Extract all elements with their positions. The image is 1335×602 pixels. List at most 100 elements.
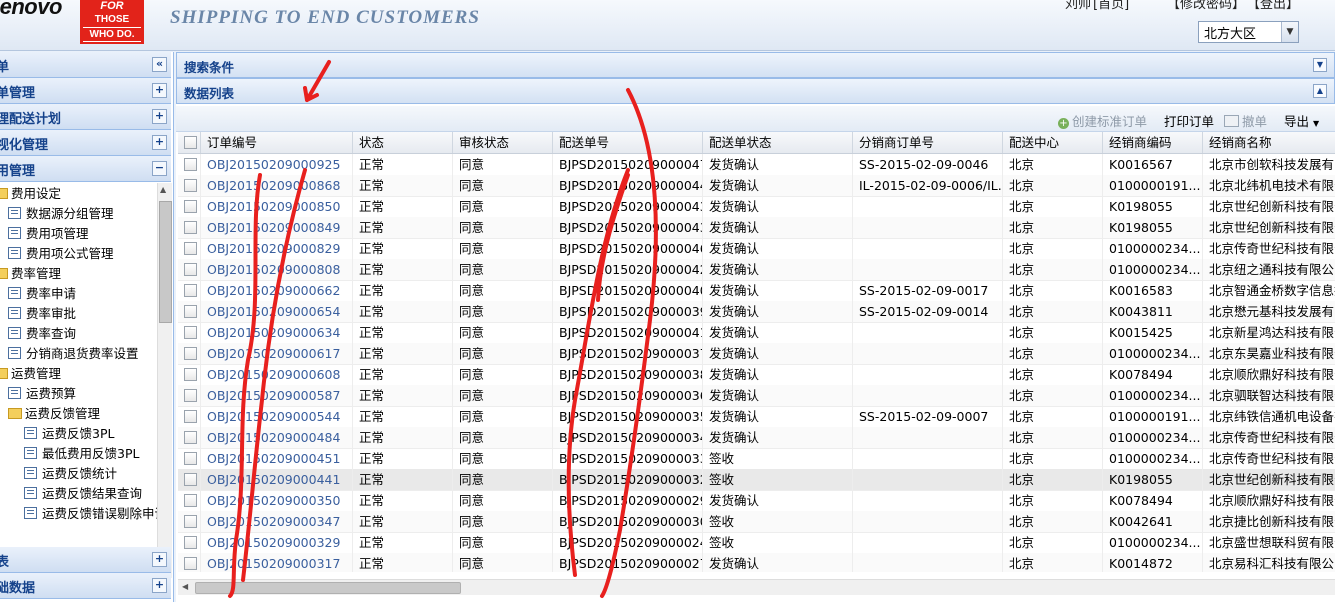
table-row[interactable]: OBJ20150209000347 正常 同意 BJPSD20150209000030…: [178, 511, 1335, 533]
table-row[interactable]: OBJ20150209000850 正常 同意 BJPSD20150209000043…: [178, 196, 1335, 218]
collapse-icon[interactable]: −: [152, 161, 167, 176]
tree-item-cost-formula[interactable]: 费用项公式管理: [8, 244, 114, 264]
sidebar-section-reports[interactable]: 表 +: [0, 547, 171, 573]
order-number-link[interactable]: OBJ20150209000350: [201, 490, 353, 511]
checkbox-icon[interactable]: [184, 473, 197, 486]
row-checkbox[interactable]: [178, 448, 201, 469]
row-checkbox[interactable]: [178, 511, 201, 532]
row-checkbox[interactable]: [178, 406, 201, 427]
column-header[interactable]: 配送单状态: [703, 132, 853, 153]
collapse-up-icon[interactable]: ▲: [1313, 84, 1327, 98]
row-checkbox[interactable]: [178, 280, 201, 301]
table-row[interactable]: OBJ20150209000634 正常 同意 BJPSD20150209000041…: [178, 322, 1335, 344]
order-number-link[interactable]: OBJ20150209000829: [201, 238, 353, 259]
tree-item-return-rate[interactable]: 分销商退货费率设置: [8, 344, 139, 364]
row-checkbox[interactable]: [178, 259, 201, 280]
column-header[interactable]: 审核状态: [453, 132, 553, 153]
checkbox-icon[interactable]: [184, 326, 197, 339]
scroll-thumb[interactable]: [195, 582, 461, 594]
tree-item-feedback-stats[interactable]: 运费反馈统计: [24, 464, 117, 484]
checkbox-icon[interactable]: [184, 242, 197, 255]
order-number-link[interactable]: OBJ20150209000608: [201, 364, 353, 385]
tree-item-min-cost-3pl[interactable]: 最低费用反馈3PL: [24, 444, 139, 464]
cancel-order-button[interactable]: 撤单: [1224, 111, 1267, 130]
table-row[interactable]: OBJ20150209000925 正常 同意 BJPSD20150209000047…: [178, 154, 1335, 176]
checkbox-icon[interactable]: [184, 389, 197, 402]
tree-item-feedback-result[interactable]: 运费反馈结果查询: [24, 484, 142, 504]
tree-folder-freight-feedback[interactable]: 运费反馈管理: [8, 404, 100, 424]
print-order-button[interactable]: 打印订单: [1164, 111, 1214, 130]
table-row[interactable]: OBJ20150209000849 正常 同意 BJPSD20150209000043…: [178, 217, 1335, 239]
table-row[interactable]: OBJ20150209000608 正常 同意 BJPSD20150209000038…: [178, 364, 1335, 386]
row-checkbox[interactable]: [178, 469, 201, 490]
checkbox-icon[interactable]: [184, 452, 197, 465]
checkbox-icon[interactable]: [184, 200, 197, 213]
order-number-link[interactable]: OBJ20150209000662: [201, 280, 353, 301]
table-row[interactable]: OBJ20150209000451 正常 同意 BJPSD20150209000033…: [178, 448, 1335, 470]
create-order-button[interactable]: + 创建标准订单: [1058, 111, 1147, 130]
table-row[interactable]: OBJ20150209000544 正常 同意 BJPSD20150209000035…: [178, 406, 1335, 428]
checkbox-icon[interactable]: [184, 347, 197, 360]
tree-item-rate-apply[interactable]: 费率申请: [8, 284, 76, 304]
scroll-thumb[interactable]: [159, 201, 172, 323]
sidebar-header[interactable]: 单 «: [0, 52, 171, 78]
row-checkbox[interactable]: [178, 217, 201, 238]
region-select[interactable]: 北方大区 ▼: [1198, 21, 1299, 43]
tree-item-datasource-group[interactable]: 数据源分组管理: [8, 204, 114, 224]
table-row[interactable]: OBJ20150209000329 正常 同意 BJPSD20150209000024…: [178, 532, 1335, 554]
expand-icon[interactable]: +: [152, 109, 167, 124]
logout-link[interactable]: 【登出】: [1247, 0, 1299, 12]
column-header[interactable]: 状态: [353, 132, 453, 153]
row-checkbox[interactable]: [178, 532, 201, 553]
change-password-link[interactable]: 【修改密码】: [1167, 0, 1245, 12]
order-number-link[interactable]: OBJ20150209000544: [201, 406, 353, 427]
order-number-link[interactable]: OBJ20150209000317: [201, 553, 353, 572]
tree-item-feedback-3pl[interactable]: 运费反馈3PL: [24, 424, 114, 444]
column-header[interactable]: 经销商名称: [1203, 132, 1335, 153]
table-row[interactable]: OBJ20150209000662 正常 同意 BJPSD20150209000040…: [178, 280, 1335, 302]
order-number-link[interactable]: OBJ20150209000868: [201, 175, 353, 196]
checkbox-icon[interactable]: [184, 431, 197, 444]
row-checkbox[interactable]: [178, 238, 201, 259]
table-row[interactable]: OBJ20150209000350 正常 同意 BJPSD20150209000029…: [178, 490, 1335, 512]
export-button[interactable]: 导出 ▼: [1284, 111, 1319, 130]
column-header[interactable]: 经销商编码: [1103, 132, 1203, 153]
checkbox-icon[interactable]: [184, 158, 197, 171]
scroll-up-icon[interactable]: ▲: [160, 185, 166, 194]
checkbox-icon[interactable]: [184, 557, 197, 570]
column-header[interactable]: 配送中心: [1003, 132, 1103, 153]
grid-horizontal-scrollbar[interactable]: ◀: [178, 579, 1335, 595]
order-number-link[interactable]: OBJ20150209000634: [201, 322, 353, 343]
checkbox-icon[interactable]: [184, 284, 197, 297]
table-row[interactable]: OBJ20150209000617 正常 同意 BJPSD20150209000037…: [178, 343, 1335, 365]
tree-item-rate-query[interactable]: 费率查询: [8, 324, 76, 344]
checkbox-icon[interactable]: [184, 179, 197, 192]
order-number-link[interactable]: OBJ20150209000329: [201, 532, 353, 553]
order-number-link[interactable]: OBJ20150209000808: [201, 259, 353, 280]
collapse-left-icon[interactable]: «: [152, 57, 167, 72]
tree-item-feedback-error[interactable]: 运费反馈错误剔除申请: [24, 504, 157, 524]
row-checkbox[interactable]: [178, 154, 201, 175]
checkbox-icon[interactable]: [184, 410, 197, 423]
order-number-link[interactable]: OBJ20150209000484: [201, 427, 353, 448]
row-checkbox[interactable]: [178, 175, 201, 196]
order-number-link[interactable]: OBJ20150209000617: [201, 343, 353, 364]
select-all-checkbox[interactable]: [178, 132, 201, 153]
row-checkbox[interactable]: [178, 385, 201, 406]
tree-item-rate-approve[interactable]: 费率审批: [8, 304, 76, 324]
row-checkbox[interactable]: [178, 301, 201, 322]
tree-item-cost-item[interactable]: 费用项管理: [8, 224, 89, 244]
order-number-link[interactable]: OBJ20150209000441: [201, 469, 353, 490]
scroll-left-icon[interactable]: ◀: [182, 582, 188, 591]
checkbox-icon[interactable]: [184, 536, 197, 549]
row-checkbox[interactable]: [178, 322, 201, 343]
search-panel-header[interactable]: 搜索条件 ▼: [176, 52, 1335, 78]
expand-icon[interactable]: +: [152, 578, 167, 593]
checkbox-icon[interactable]: [184, 263, 197, 276]
row-checkbox[interactable]: [178, 343, 201, 364]
order-number-link[interactable]: OBJ20150209000849: [201, 217, 353, 238]
sidebar-section-delivery-plan[interactable]: 理配送计划 +: [0, 104, 171, 130]
column-header[interactable]: 订单编号: [201, 132, 353, 153]
table-row[interactable]: OBJ20150209000829 正常 同意 BJPSD20150209000046…: [178, 238, 1335, 260]
tree-folder-cost-settings[interactable]: 费用设定: [0, 184, 61, 204]
